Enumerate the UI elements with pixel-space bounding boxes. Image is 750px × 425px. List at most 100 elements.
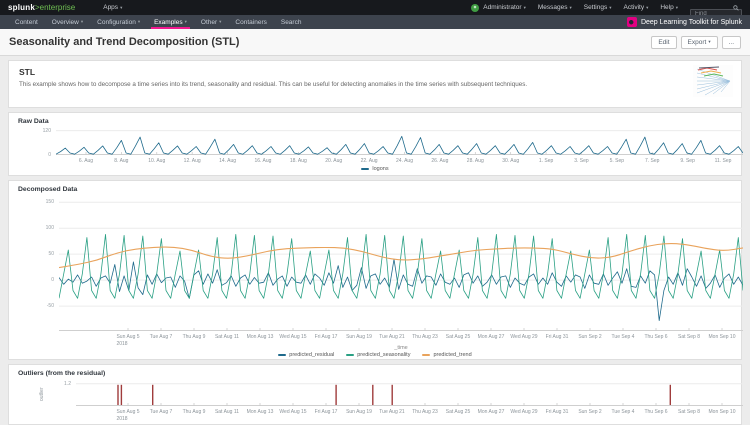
x-axis-tick-label: Wed Aug 15 <box>279 409 307 415</box>
legend-item-predicted_trend[interactable]: predicted_trend <box>422 352 472 358</box>
x-axis-tick-label: 14. Aug <box>219 158 237 164</box>
apps-menu[interactable]: Apps ▾ <box>103 4 122 11</box>
menu-messages[interactable]: Messages ▾ <box>538 4 572 11</box>
caret-down-icon: ▾ <box>646 4 649 10</box>
nav-item-configuration[interactable]: Configuration ▾ <box>90 15 147 29</box>
export-button[interactable]: Export ▾ <box>680 35 718 49</box>
menu-administrator[interactable]: Administrator ▾ <box>483 4 526 11</box>
decomposed-y-axis: 150 100 50 0 -50 <box>9 197 54 331</box>
outliers-chart[interactable] <box>76 382 743 406</box>
x-axis-tick-label: Mon Aug 27 <box>477 334 505 340</box>
x-axis-tick-label: Wed Aug 29 <box>510 334 538 340</box>
apps-menu-label: Apps <box>103 4 119 11</box>
splunk-logo[interactable]: splunk >enterprise <box>8 3 75 12</box>
menu-item-label: Administrator <box>483 4 522 11</box>
x-axis-tick-label: Fri Aug 17 <box>314 334 338 340</box>
app-identity[interactable]: Deep Learning Toolkit for Splunk <box>626 15 742 29</box>
x-axis-tick-label: Sat Sep 8 <box>678 334 700 340</box>
legend-item-predicted_seasonality[interactable]: predicted_seasonality <box>346 352 410 358</box>
x-axis-tick-label: Tue Aug 7 <box>149 334 173 340</box>
x-axis-tick-label: 1. Sep <box>538 158 554 164</box>
x-axis-tick-label: Sat Aug 11 <box>214 334 240 340</box>
legend-item-predicted_residual[interactable]: predicted_residual <box>278 352 334 358</box>
y-axis-tick-label: 0 <box>48 152 51 158</box>
legend-item-logons[interactable]: logons <box>361 166 389 172</box>
caret-down-icon: ▾ <box>708 39 711 44</box>
x-axis-tick-label: 22. Aug <box>360 158 378 164</box>
menu-item-label: Search <box>280 18 302 26</box>
decomposed-chart[interactable] <box>58 197 744 331</box>
user-avatar-icon <box>471 3 480 12</box>
x-axis-tick-label: Wed Aug 29 <box>510 409 538 415</box>
x-axis-tick-label: 20. Aug <box>325 158 343 164</box>
user-menu: Administrator ▾ Messages ▾ Settings ▾ Activity… <box>483 4 690 11</box>
menu-item-label: Activity <box>623 4 645 11</box>
edit-button-label: Edit <box>658 38 670 46</box>
x-axis-tick-label: Sat Sep 8 <box>678 409 700 415</box>
nav-item-content[interactable]: Content <box>8 15 45 29</box>
nav-item-containers[interactable]: Containers <box>228 15 273 29</box>
search-icon[interactable] <box>733 4 739 11</box>
x-axis-tick-label: 7. Sep <box>645 158 660 164</box>
raw-data-y-axis: 120 0 <box>9 127 51 158</box>
stl-description: This example shows how to decompose a ti… <box>19 81 528 88</box>
x-axis-tick-label: Mon Sep 10 <box>708 334 736 340</box>
x-axis-tick-label: Wed Aug 15 <box>279 334 307 340</box>
x-axis-tick-label: Fri Aug 31 <box>545 334 569 340</box>
raw-data-legend: logons <box>9 166 741 172</box>
caret-down-icon: ▾ <box>80 19 84 24</box>
caret-down-icon: ▾ <box>609 4 612 10</box>
time-axis-title: _time <box>394 345 408 351</box>
x-axis-tick-label: 30. Aug <box>502 158 520 164</box>
outliers-x-axis: Sun Aug 5 2018 Tue Aug 7 Thu Aug 9 Sat Aug 1… <box>76 409 743 423</box>
menu-item-label: Other <box>200 18 218 26</box>
menu-item-label: Content <box>15 18 38 26</box>
x-axis-tick-label: Mon Aug 13 <box>246 409 274 415</box>
y-axis-tick-label: 100 <box>45 225 54 232</box>
stl-intro-panel: STL This example shows how to decompose … <box>8 60 742 108</box>
y-axis-tick-label: 120 <box>42 127 51 134</box>
find-search-box <box>690 2 742 20</box>
x-axis-tick-label: Mon Aug 13 <box>246 334 274 340</box>
legend-swatch <box>422 354 431 356</box>
outliers-panel: Outliers (from the residual) outlier 1.2… <box>8 364 743 425</box>
page-header: Seasonality and Trend Decomposition (STL… <box>0 29 750 56</box>
menu-help[interactable]: Help ▾ <box>660 4 678 11</box>
x-axis-tick-label: 16. Aug <box>254 158 272 164</box>
nav-item-other[interactable]: Other ▾ <box>194 15 229 29</box>
y-axis-tick-label: -50 <box>46 303 54 310</box>
x-axis-tick-label: Tue Aug 21 <box>379 334 405 340</box>
x-axis-tick-label: Sun Aug 5 2018 <box>116 409 140 422</box>
x-axis-year-label: 2018 <box>116 415 128 422</box>
x-axis-tick-label: 26. Aug <box>431 158 449 164</box>
nav-item-search[interactable]: Search <box>274 15 309 29</box>
x-axis-tick-label: Mon Aug 27 <box>477 409 505 415</box>
x-axis-tick-label: Sun Aug 19 <box>346 409 372 415</box>
legend-label: predicted_seasonality <box>357 352 411 358</box>
menu-item-label: Settings <box>583 4 608 11</box>
x-axis-tick-label: Mon Sep 10 <box>708 409 736 415</box>
caret-down-icon: ▾ <box>219 19 222 24</box>
raw-data-title: Raw Data <box>18 118 49 125</box>
x-axis-tick-label: 11. Sep <box>714 158 732 164</box>
y-axis-tick-label: 1.2 <box>64 380 71 387</box>
splunk-dashboard-screen: splunk >enterprise Apps ▾ Administrator ▾ M… <box>0 0 750 425</box>
x-axis-tick-label: Tue Sep 4 <box>611 409 635 415</box>
x-axis-tick-label: Fri Aug 17 <box>314 409 338 415</box>
caret-down-icon: ▾ <box>523 4 526 10</box>
y-axis-tick-label: 50 <box>48 251 54 258</box>
edit-button[interactable]: Edit <box>651 35 677 49</box>
nav-item-examples[interactable]: Examples ▾ <box>147 15 194 29</box>
raw-data-chart[interactable] <box>55 129 744 156</box>
caret-down-icon: ▾ <box>569 4 572 10</box>
x-axis-tick-label: Thu Aug 23 <box>412 409 438 415</box>
nav-item-overview[interactable]: Overview ▾ <box>45 15 90 29</box>
x-axis-tick-label: Thu Sep 6 <box>644 334 668 340</box>
menu-settings[interactable]: Settings ▾ <box>584 4 612 11</box>
x-axis-tick-label: Tue Sep 4 <box>611 334 635 340</box>
menu-item-label: Help <box>660 4 674 11</box>
decomposed-data-title: Decomposed Data <box>18 186 78 193</box>
legend-label: predicted_trend <box>433 352 472 358</box>
more-actions-button[interactable]: ... <box>721 35 741 49</box>
menu-activity[interactable]: Activity ▾ <box>624 4 649 11</box>
